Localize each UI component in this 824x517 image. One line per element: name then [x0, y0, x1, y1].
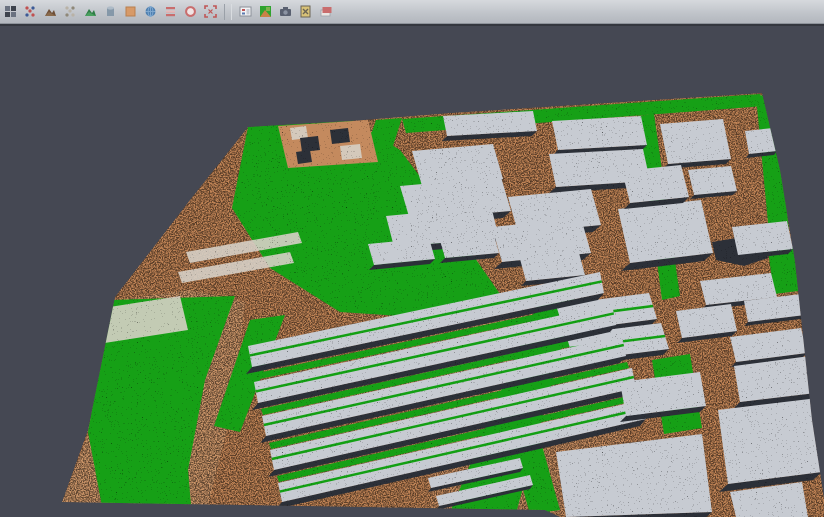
- tiled-model-glyph: [144, 5, 157, 18]
- orthomosaic-glyph: [184, 5, 197, 18]
- export-document-icon[interactable]: [297, 3, 314, 20]
- workspace-panes-glyph: [4, 5, 17, 18]
- sparse-cloud-glyph: [64, 5, 77, 18]
- classified-colors-glyph: [259, 5, 272, 18]
- camera-view-glyph: [279, 5, 292, 18]
- layer-stack-glyph: [319, 5, 332, 18]
- dem-layer-icon[interactable]: [162, 3, 179, 20]
- workspace-panes-icon[interactable]: [2, 3, 19, 20]
- mesh-scene-canvas[interactable]: [0, 24, 824, 517]
- viewport-top-divider: [0, 24, 824, 26]
- dense-cloud-glyph: [104, 5, 117, 18]
- sparse-cloud-icon[interactable]: [62, 3, 79, 20]
- classified-colors-icon[interactable]: [257, 3, 274, 20]
- camera-view-icon[interactable]: [277, 3, 294, 20]
- terrain-model-icon[interactable]: [42, 3, 59, 20]
- toolbar-separator: [224, 4, 232, 20]
- region-resize-glyph: [204, 5, 217, 18]
- classified-mesh-model[interactable]: [0, 24, 824, 517]
- 3d-viewport[interactable]: [0, 24, 824, 517]
- orthomosaic-icon[interactable]: [182, 3, 199, 20]
- dem-layer-glyph: [164, 5, 177, 18]
- main-toolbar: [0, 0, 824, 24]
- mesh-model-icon[interactable]: [82, 3, 99, 20]
- classify-dialog-glyph: [239, 5, 252, 18]
- layer-stack-icon[interactable]: [317, 3, 334, 20]
- texture-model-icon[interactable]: [122, 3, 139, 20]
- mesh-model-glyph: [84, 5, 97, 18]
- dense-cloud-icon[interactable]: [102, 3, 119, 20]
- tiled-model-icon[interactable]: [142, 3, 159, 20]
- export-document-glyph: [299, 5, 312, 18]
- vegetation-points-speckle: [0, 24, 824, 517]
- terrain-model-glyph: [44, 5, 57, 18]
- align-photos-glyph: [24, 5, 37, 18]
- texture-model-glyph: [124, 5, 137, 18]
- classify-dialog-icon[interactable]: [237, 3, 254, 20]
- align-photos-icon[interactable]: [22, 3, 39, 20]
- region-resize-icon[interactable]: [202, 3, 219, 20]
